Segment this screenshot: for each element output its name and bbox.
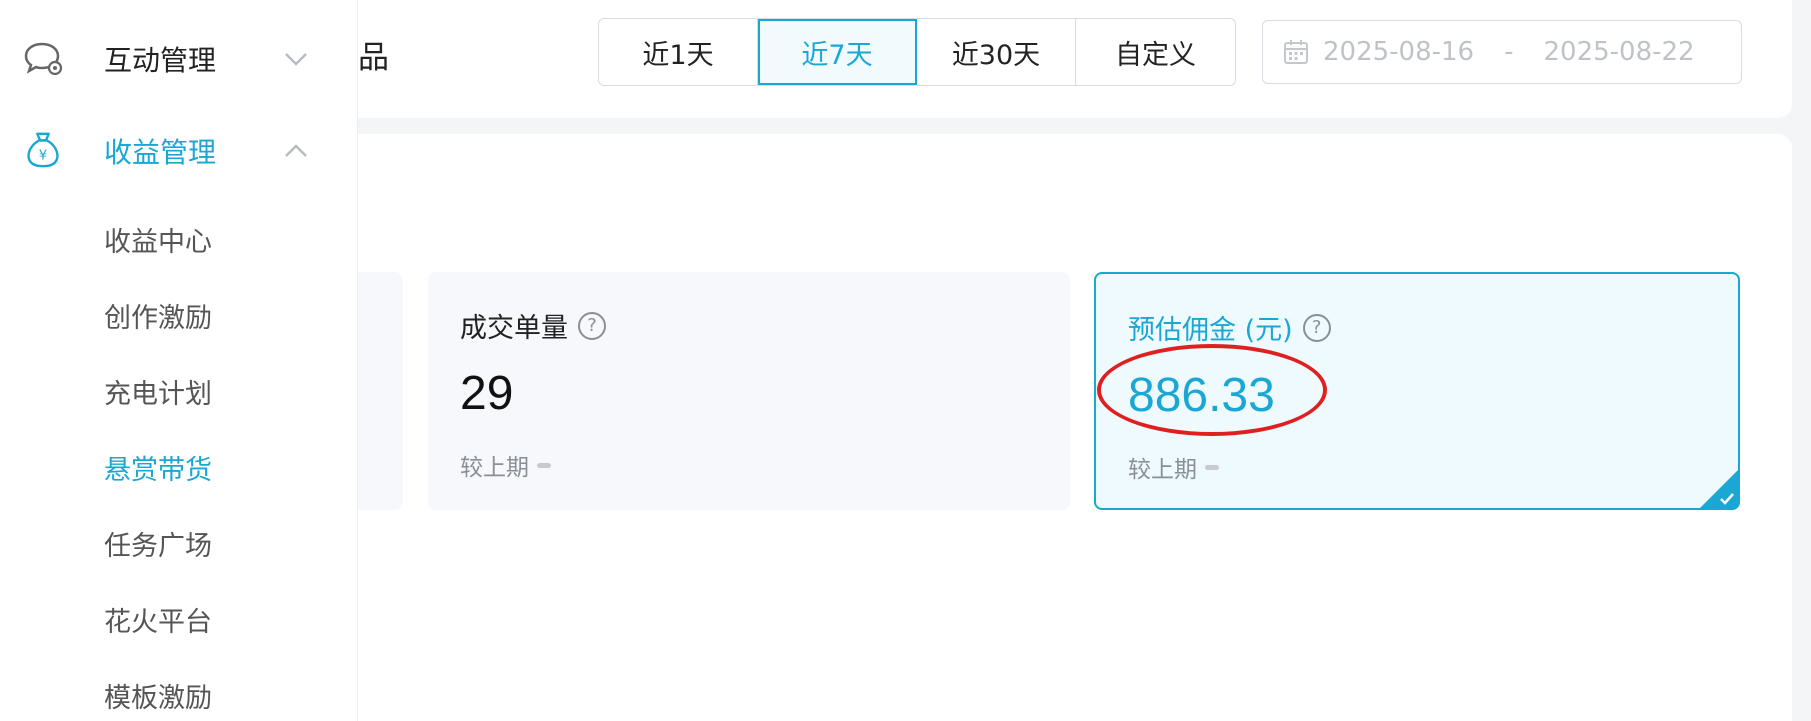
- metric-label: 成交单量 ?: [460, 306, 606, 345]
- metric-compare: 较上期: [1128, 450, 1219, 484]
- help-icon[interactable]: ?: [1302, 313, 1331, 342]
- date-end[interactable]: 2025-08-22: [1544, 37, 1695, 67]
- metric-label: 预估佣金 (元) ?: [1128, 308, 1331, 347]
- orders-value: 29: [460, 367, 514, 420]
- date-range-selector: 近1天 近7天 近30天 自定义: [598, 18, 1236, 86]
- range-1-day-button[interactable]: 近1天: [599, 19, 758, 85]
- annotation-circle: [1097, 344, 1327, 436]
- sidebar-item-spark-platform[interactable]: 花火平台: [104, 600, 212, 639]
- metric-compare: 较上期: [460, 448, 551, 482]
- sidebar-group-revenue[interactable]: ¥ 收益管理: [0, 116, 358, 186]
- no-change-dash: [1205, 464, 1219, 470]
- chevron-up-icon: [285, 144, 307, 157]
- help-icon[interactable]: ?: [578, 311, 606, 340]
- sidebar-item-charging-plan[interactable]: 充电计划: [104, 372, 212, 411]
- sidebar-item-creation-incentive[interactable]: 创作激励: [104, 296, 212, 335]
- compare-label: 较上期: [460, 455, 529, 481]
- chat-settings-icon: [24, 42, 63, 76]
- sidebar-item-bounty-sales[interactable]: 悬赏带货: [104, 448, 212, 487]
- sidebar-group-interaction[interactable]: 互动管理: [0, 24, 358, 94]
- sidebar-group-label: 收益管理: [104, 136, 217, 169]
- page-title: 品: [358, 40, 389, 76]
- selected-check-icon: [1698, 468, 1740, 510]
- no-change-dash: [537, 462, 551, 468]
- chevron-down-icon: [285, 53, 307, 66]
- date-separator: -: [1504, 37, 1514, 67]
- sidebar: 互动管理 ¥ 收益管理 收益中心 创作激励 充电计划 悬赏带货 任务广场 花火平…: [0, 0, 358, 721]
- sidebar-group-label: 互动管理: [104, 44, 217, 77]
- range-custom-button[interactable]: 自定义: [1076, 19, 1235, 85]
- date-range-picker[interactable]: 2025-08-16 - 2025-08-22: [1262, 20, 1742, 84]
- orders-label: 成交单量: [460, 313, 568, 344]
- money-bag-icon: ¥: [27, 132, 59, 168]
- sidebar-item-task-square[interactable]: 任务广场: [104, 524, 212, 563]
- sidebar-item-template-incentive[interactable]: 模板激励: [104, 676, 212, 715]
- compare-label: 较上期: [1128, 457, 1197, 483]
- sidebar-item-revenue-center[interactable]: 收益中心: [104, 220, 212, 259]
- metric-card-orders[interactable]: 成交单量 ? 29 较上期: [428, 272, 1070, 510]
- date-start[interactable]: 2025-08-16: [1323, 37, 1474, 67]
- range-7-days-button[interactable]: 近7天: [758, 19, 917, 85]
- svg-text:¥: ¥: [39, 149, 47, 164]
- calendar-icon: [1284, 40, 1308, 64]
- commission-label: 预估佣金 (元): [1128, 315, 1293, 346]
- range-30-days-button[interactable]: 近30天: [917, 19, 1076, 85]
